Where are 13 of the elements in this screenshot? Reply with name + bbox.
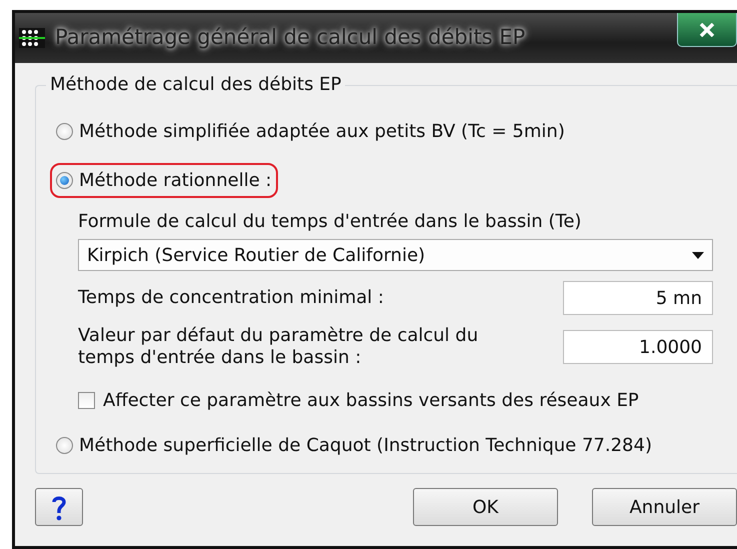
radio-label: Méthode simplifiée adaptée aux petits BV (Tc = 5min) [79, 120, 565, 144]
checkbox-label: Affecter ce paramètre aux bassins versants des réseaux EP [103, 389, 639, 413]
radio-label: Méthode superficielle de Caquot (Instruction Technique 77.284) [79, 434, 652, 458]
input-field[interactable]: 1.0000 [563, 330, 713, 364]
radio-label: Méthode rationnelle : [79, 169, 272, 193]
formula-dropdown[interactable]: Kirpich (Service Routier de Californie) [78, 239, 713, 271]
cancel-button[interactable]: Annuler [592, 488, 737, 526]
input-field[interactable]: 5 mn [563, 281, 713, 315]
field-label: Formule de calcul du temps d'entrée dans le bassin (Te) [78, 210, 582, 234]
ok-button[interactable]: OK [413, 488, 558, 526]
field-label: Temps de concentration minimal : [78, 287, 384, 309]
window-title: Paramétrage général de calcul des débits EP [55, 24, 526, 53]
field-label: Valeur par défaut du paramètre de calcul du temps d'entrée dans le bassin : [78, 325, 480, 369]
